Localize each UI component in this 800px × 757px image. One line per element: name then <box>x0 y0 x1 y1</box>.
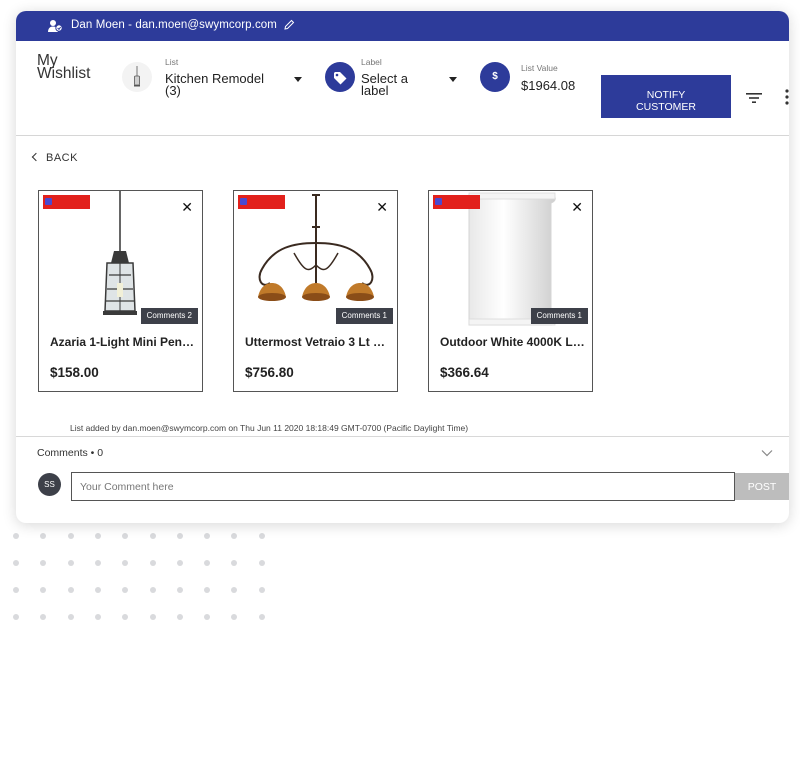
decorative-dot <box>40 587 47 593</box>
product-price: $756.80 <box>245 365 294 380</box>
decorative-dot <box>122 533 129 539</box>
decorative-dot <box>122 614 129 620</box>
decorative-dot <box>149 587 156 593</box>
label-dropdown-label: Label <box>361 57 382 67</box>
decorative-dot <box>231 560 238 566</box>
decorative-dot <box>122 560 129 566</box>
product-name[interactable]: Uttermost Vetraio 3 Lt Chandelier <box>245 335 391 349</box>
product-card[interactable]: ✕ Comments 1 Outdoor White 4000K LED Sco… <box>428 190 593 392</box>
decorative-dot <box>176 587 183 593</box>
comments-tag[interactable]: Comments 1 <box>335 308 393 324</box>
product-price: $158.00 <box>50 365 99 380</box>
decorative-dot <box>13 560 19 566</box>
decorative-dot <box>231 587 238 593</box>
product-price: $366.64 <box>440 365 489 380</box>
decorative-dot <box>40 614 47 620</box>
chevron-down-icon[interactable] <box>449 77 457 82</box>
filter-icon[interactable] <box>745 91 763 105</box>
product-card[interactable]: ✕ Comments 1 Uttermost Vetraio 3 Lt Chan… <box>233 190 398 392</box>
decorative-dot <box>13 533 19 539</box>
badge-icon <box>240 198 247 205</box>
decorative-dot <box>231 614 238 620</box>
decorative-dot <box>13 587 19 593</box>
tag-icon <box>334 72 347 85</box>
decorative-dot <box>204 614 211 620</box>
list-thumbnail <box>122 62 152 92</box>
status-badge <box>238 195 285 209</box>
list-value-label: List Value <box>521 63 558 73</box>
badge-icon <box>435 198 442 205</box>
comments-tag[interactable]: Comments 1 <box>530 308 588 324</box>
list-value-amount: $1964.08 <box>521 78 576 93</box>
decorative-dot <box>204 533 211 539</box>
page-title: My Wishlist <box>37 52 91 82</box>
more-vertical-icon[interactable] <box>785 89 789 105</box>
label-circle <box>325 62 355 92</box>
decorative-dot <box>67 560 74 566</box>
comments-tag[interactable]: Comments 2 <box>140 308 198 324</box>
post-button[interactable]: POST <box>735 473 789 500</box>
status-badge <box>433 195 480 209</box>
comment-input[interactable] <box>71 472 735 501</box>
decorative-dot <box>258 587 265 593</box>
decorative-dot <box>94 614 101 620</box>
decorative-dot <box>67 533 74 539</box>
comments-count: Comments • 0 <box>37 447 104 459</box>
user-switch-icon[interactable] <box>47 18 63 34</box>
decorative-dot <box>122 587 129 593</box>
decorative-dot <box>67 587 74 593</box>
decorative-dot <box>13 614 19 620</box>
dollar-icon: $ <box>480 62 510 92</box>
back-label: BACK <box>46 152 78 164</box>
chevron-left-icon <box>31 152 41 162</box>
decorative-dot <box>94 560 101 566</box>
decorative-dot <box>94 587 101 593</box>
decorative-dot <box>40 560 47 566</box>
chevron-down-icon[interactable] <box>761 449 773 457</box>
decorative-dot <box>176 533 183 539</box>
chevron-down-icon[interactable] <box>294 77 302 82</box>
comments-section: Comments • 0 SS POST <box>16 436 789 523</box>
avatar: SS <box>38 473 61 496</box>
decorative-dot <box>149 614 156 620</box>
decorative-dot <box>204 587 211 593</box>
pendant-lamp-icon <box>134 66 140 87</box>
decorative-dot-grid <box>13 533 275 628</box>
user-email-label: Dan Moen - dan.moen@swymcorp.com <box>71 19 277 31</box>
remove-product-close-icon[interactable]: ✕ <box>181 200 193 214</box>
remove-product-close-icon[interactable]: ✕ <box>376 200 388 214</box>
user-topbar: Dan Moen - dan.moen@swymcorp.com <box>16 11 789 41</box>
decorative-dot <box>149 560 156 566</box>
decorative-dot <box>258 533 265 539</box>
list-dropdown[interactable]: Kitchen Remodel (3) <box>165 72 280 97</box>
decorative-dot <box>258 560 265 566</box>
decorative-dot <box>231 533 238 539</box>
decorative-dot <box>258 614 265 620</box>
notify-customer-button[interactable]: NOTIFY CUSTOMER <box>601 75 731 118</box>
decorative-dot <box>176 560 183 566</box>
back-link[interactable]: BACK <box>31 152 78 164</box>
decorative-dot <box>40 533 47 539</box>
remove-product-close-icon[interactable]: ✕ <box>571 200 583 214</box>
status-badge <box>43 195 90 209</box>
label-dropdown[interactable]: Select a label <box>361 72 441 97</box>
badge-icon <box>45 198 52 205</box>
decorative-dot <box>67 614 74 620</box>
list-added-info: List added by dan.moen@swymcorp.com on T… <box>70 423 469 433</box>
wishlist-card: Dan Moen - dan.moen@swymcorp.com My Wish… <box>16 11 789 523</box>
list-dropdown-label: List <box>165 57 179 67</box>
decorative-dot <box>149 533 156 539</box>
product-card[interactable]: ✕ Comments 2 Azaria 1-Light Mini Pendant… <box>38 190 203 392</box>
product-name[interactable]: Azaria 1-Light Mini Pendant <box>50 335 196 349</box>
product-name[interactable]: Outdoor White 4000K LED Sconce <box>440 335 586 349</box>
decorative-dot <box>176 614 183 620</box>
decorative-dot <box>94 533 101 539</box>
decorative-dot <box>204 560 211 566</box>
pencil-icon[interactable] <box>283 19 295 31</box>
